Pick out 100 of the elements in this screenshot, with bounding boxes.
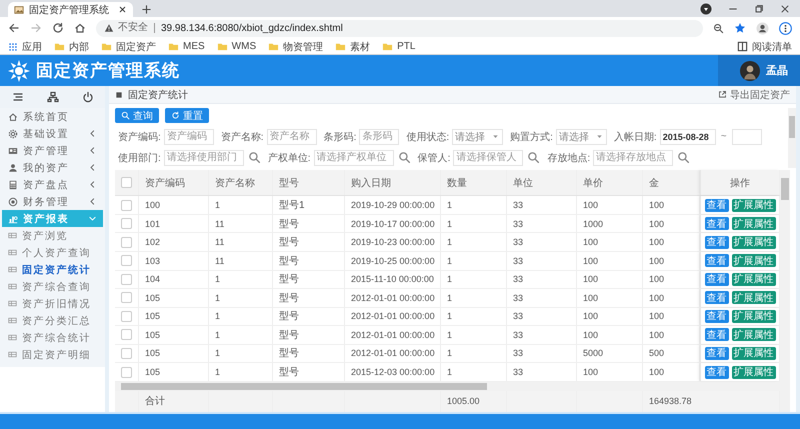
- sidebar-subitem[interactable]: 个人资产查询: [0, 244, 105, 261]
- sidebar-subitem[interactable]: 固定资产统计: [0, 261, 105, 278]
- checkbox[interactable]: [121, 348, 132, 359]
- checkbox[interactable]: [121, 292, 132, 304]
- dropdown[interactable]: 请选择: [452, 128, 504, 144]
- checkbox[interactable]: [121, 329, 132, 340]
- view-button[interactable]: 查看: [704, 328, 728, 342]
- search-icon[interactable]: [248, 151, 261, 164]
- profile-icon[interactable]: [756, 22, 769, 34]
- bookmark[interactable]: WMS: [232, 41, 256, 52]
- address-bar[interactable]: 不安全 39.98.134.6:8080/xbiot_gdzc/index.shtml: [96, 20, 703, 36]
- extend-button[interactable]: 扩展属性: [732, 217, 776, 230]
- input-field[interactable]: 请选择产权单位: [314, 150, 394, 166]
- input-field[interactable]: 资产名称: [266, 128, 317, 144]
- scrollbar[interactable]: [788, 108, 796, 168]
- sidebar-subitem[interactable]: 资产分类汇总: [0, 312, 105, 329]
- extend-button[interactable]: 扩展属性: [732, 291, 776, 304]
- view-button[interactable]: 查看: [704, 217, 728, 230]
- zoom-icon[interactable]: [713, 22, 724, 34]
- input-field[interactable]: 请选择保管人: [453, 150, 524, 166]
- security-label: 不安全: [118, 23, 155, 33]
- date-field[interactable]: 2015-08-28: [660, 128, 716, 144]
- sidebar-item[interactable]: 系统首页: [2, 108, 103, 125]
- sidebar-subitem[interactable]: 资产浏览: [0, 227, 105, 244]
- search-icon[interactable]: [677, 151, 690, 164]
- table-cell: 2015-12-03 00:00:00: [345, 363, 441, 381]
- home-icon[interactable]: [74, 22, 86, 34]
- scrollbar[interactable]: [780, 170, 790, 412]
- search-icon[interactable]: [527, 151, 540, 164]
- table-cell: 型号: [273, 344, 345, 362]
- extend-button[interactable]: 扩展属性: [732, 366, 776, 379]
- reload-icon[interactable]: [52, 22, 64, 34]
- extend-button[interactable]: 扩展属性: [732, 198, 776, 212]
- extend-button[interactable]: 扩展属性: [732, 272, 776, 286]
- view-button[interactable]: 查看: [704, 366, 728, 379]
- browser-tab[interactable]: 固定资产管理系统: [8, 2, 133, 17]
- reset-button[interactable]: 重置: [165, 108, 209, 123]
- close-icon[interactable]: [118, 5, 127, 14]
- sidebar-item[interactable]: 资产盘点: [2, 176, 103, 193]
- bookmark[interactable]: MES: [183, 41, 205, 52]
- sidebar-item[interactable]: 资产报表: [2, 210, 103, 227]
- menu-icon[interactable]: [779, 22, 792, 34]
- list-icon[interactable]: [12, 91, 24, 103]
- search-icon[interactable]: [398, 151, 411, 164]
- view-button[interactable]: 查看: [704, 310, 728, 323]
- checkbox[interactable]: [121, 236, 132, 248]
- bookmark[interactable]: PTL: [397, 41, 416, 52]
- view-button[interactable]: 查看: [704, 236, 728, 249]
- extend-button[interactable]: 扩展属性: [732, 236, 776, 249]
- checkbox[interactable]: [121, 310, 132, 322]
- circle-icon[interactable]: [700, 2, 712, 14]
- date-field[interactable]: [732, 128, 762, 144]
- export-link[interactable]: 导出固定资产: [730, 88, 790, 102]
- forward-icon[interactable]: [30, 22, 42, 34]
- close-icon[interactable]: [780, 4, 790, 14]
- checkbox[interactable]: [121, 218, 132, 230]
- sitemap-icon[interactable]: [46, 91, 58, 103]
- extend-button[interactable]: 扩展属性: [732, 346, 776, 360]
- extend-button[interactable]: 扩展属性: [732, 310, 776, 323]
- sidebar-item[interactable]: 基础设置: [2, 125, 103, 142]
- extend-button[interactable]: 扩展属性: [732, 254, 776, 268]
- reading-list-icon[interactable]: [737, 41, 748, 52]
- checkbox[interactable]: [121, 177, 132, 188]
- view-button[interactable]: 查看: [704, 198, 728, 212]
- export-icon[interactable]: [718, 90, 727, 99]
- checkbox[interactable]: [121, 274, 132, 285]
- view-button[interactable]: 查看: [704, 254, 728, 268]
- new-tab-icon[interactable]: [141, 4, 152, 15]
- table-cell: 型号: [273, 233, 345, 251]
- bookmark[interactable]: 应用: [22, 40, 42, 54]
- star-icon[interactable]: [734, 22, 746, 34]
- input-field[interactable]: 条形码: [359, 128, 400, 144]
- bookmark[interactable]: 固定资产: [116, 40, 156, 54]
- search-button[interactable]: 查询: [115, 108, 159, 123]
- sidebar-subitem[interactable]: 资产综合查询: [0, 278, 105, 295]
- dropdown[interactable]: 请选择: [556, 128, 607, 144]
- sidebar-subitem[interactable]: 资产综合统计: [0, 329, 105, 346]
- input-field[interactable]: 请选择使用部门: [164, 150, 244, 166]
- checkbox[interactable]: [121, 366, 132, 378]
- input-field[interactable]: 请选择存放地点: [593, 150, 674, 166]
- filter-label: 存放地点:: [546, 152, 592, 164]
- reading-list-link[interactable]: 阅读清单: [752, 40, 792, 54]
- bookmark[interactable]: 素材: [350, 40, 370, 54]
- checkbox[interactable]: [121, 200, 132, 211]
- bookmark[interactable]: 物资管理: [283, 40, 324, 54]
- sidebar-item[interactable]: 财务管理: [2, 193, 103, 210]
- checkbox[interactable]: [121, 255, 132, 266]
- sidebar-subitem[interactable]: 固定资产明细: [0, 346, 105, 363]
- sidebar-subitem[interactable]: 资产折旧情况: [0, 295, 105, 312]
- bookmark[interactable]: 内部: [69, 40, 89, 54]
- view-button[interactable]: 查看: [704, 291, 728, 304]
- view-button[interactable]: 查看: [704, 272, 728, 286]
- power-icon[interactable]: [82, 91, 94, 103]
- extend-button[interactable]: 扩展属性: [732, 328, 776, 342]
- sidebar-item[interactable]: 我的资产: [2, 159, 103, 176]
- back-icon[interactable]: [8, 22, 20, 34]
- restore-icon[interactable]: [754, 4, 764, 14]
- sidebar-item[interactable]: 资产管理: [2, 142, 103, 159]
- view-button[interactable]: 查看: [704, 346, 728, 360]
- input-field[interactable]: 资产编码: [164, 128, 214, 144]
